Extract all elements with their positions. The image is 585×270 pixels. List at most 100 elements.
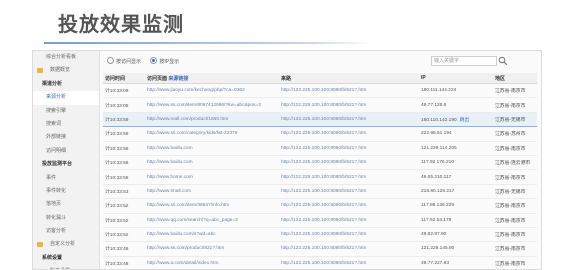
sidebar-item[interactable]: 访客分析 <box>33 225 99 238</box>
table-row[interactable]: 计10:33:52 http://www.ss.com/item/38647/in… <box>103 198 537 214</box>
cell-referrer[interactable]: http://122.225.100.100:8080/b/521?.htm <box>279 141 419 156</box>
radio-by-ip[interactable] <box>150 57 158 64</box>
cell-page[interactable]: http://www.ss.com/item/8067412966/?kw=ab… <box>145 97 279 113</box>
sidebar-item[interactable]: 事件转化 <box>33 185 99 198</box>
cell-location: 江苏省-无锡市 <box>493 184 537 200</box>
cell-page[interactable]: http://www.baidu.com <box>145 155 279 171</box>
title-divider <box>44 42 374 44</box>
cell-ip: 121.229.114.205 <box>419 141 493 156</box>
sidebar-item-label: 落地页 <box>46 201 62 208</box>
sidebar-item[interactable]: 账户设置 <box>33 265 99 269</box>
sidebar-item[interactable]: 自定义分析 <box>33 238 99 251</box>
cell-referrer[interactable]: http://122.225.100.100:8080/b/521?.htm <box>279 256 419 269</box>
cell-referrer[interactable]: http://122.225.100.100:8080/b/521?.htm <box>279 169 419 185</box>
cell-page[interactable]: http://www.ss.com/category/kids/list-223… <box>145 126 279 142</box>
cell-page[interactable]: http://www.mall.com/product/1660.htm <box>145 111 279 128</box>
app-window: 综合分析看板 数据概览 渠道分析 来源分析 搜索引擎 搜索词 外部链接 访问明细 投放监测平台事… <box>32 50 542 270</box>
table-row[interactable]: 计10:33:53 http://www.tmall.com http://122.… <box>103 184 537 200</box>
cell-page[interactable]: http://www.baidu.com <box>145 141 279 156</box>
sidebar-item[interactable]: 访问明细 <box>33 145 99 158</box>
cell-referrer[interactable]: http://122.225.100.100:8080/b/521?.htm <box>279 241 419 257</box>
sidebar-section-header: 渠道分析 <box>33 78 99 91</box>
cell-page[interactable]: http://www.a.com/detail/index.htm <box>145 256 279 269</box>
cell-page[interactable]: http://www.home.com <box>145 169 279 185</box>
table-header-row: 访问时间 访问页面 来源链接 来路 IP 地区 <box>103 73 537 84</box>
cell-time-text: 计10:33:48 <box>105 247 129 253</box>
col-referrer[interactable]: 来路 <box>279 73 419 84</box>
cell-page[interactable]: http://www.ss.com/product/821?.htm <box>145 241 279 257</box>
search-input[interactable]: 输入关键字 <box>431 56 497 66</box>
cell-referrer[interactable]: http://122.225.100.100:8080/b/521?.htm <box>279 155 419 171</box>
table-row[interactable]: 计10:33:52 http://www.baidu.com/s?wd=abc ht… <box>103 227 537 243</box>
cell-referrer[interactable]: http://122.225.100.100:8080/b/521?.htm <box>279 213 419 228</box>
table-row[interactable]: 计10:33:09 http://www.jiaoyu.com/kecheng/p… <box>103 83 537 99</box>
cell-ip: 49.77.128.9 <box>419 97 493 113</box>
cell-page[interactable]: http://www.jiaoyu.com/kecheng/php/?ca=03… <box>145 83 279 99</box>
table-row[interactable]: 计10:33:56 http://www.baidu.com http://122.… <box>103 141 537 156</box>
cell-page-text: http://www.baidu.com/s?wd=abc <box>147 232 216 238</box>
cell-ip: 49.65.210.117 <box>419 169 493 185</box>
sidebar-item[interactable]: 事件 <box>33 172 99 185</box>
sidebar-item-label: 外部链接 <box>46 134 67 141</box>
sidebar-item-label: 访客分析 <box>46 228 67 235</box>
radio-by-visit[interactable] <box>107 57 114 64</box>
sidebar-item[interactable]: 外部链接 <box>33 131 99 144</box>
cell-time-text: 计10:33:59 <box>105 117 129 123</box>
sidebar-item[interactable]: 落地页 <box>33 198 99 211</box>
table-row[interactable]: 计10:33:59 http://www.mall.com/product/166… <box>103 111 537 128</box>
cell-location: 江苏省-南京市 <box>493 227 537 243</box>
sidebar-item[interactable]: 数据概览 <box>33 64 99 77</box>
cell-ip: 222.95.61.194 <box>419 126 493 142</box>
sidebar-item[interactable]: 搜索引擎 <box>33 105 99 118</box>
cell-referrer[interactable]: http://122.225.100.100:8080/b/521?.htm <box>279 83 419 99</box>
sidebar-item[interactable]: 搜索词 <box>33 118 99 131</box>
cell-ip-text: 117.92.176.210 <box>421 160 454 166</box>
table-row[interactable]: 计10:33:56 http://www.baidu.com http://122.… <box>103 155 537 171</box>
cell-time: 计10:33:55 <box>103 169 145 185</box>
cell-referrer[interactable]: http://122.225.100.100:8080/b/521?.htm <box>279 111 419 128</box>
table-row[interactable]: 计10:33:48 http://www.ss.com/product/821?.… <box>103 241 537 257</box>
cell-referrer[interactable]: http://122.225.100.100:8080/b/521?.htm <box>279 126 419 142</box>
table-row[interactable]: 计10:33:05 http://www.ss.com/item/80674129… <box>103 97 537 113</box>
table-row[interactable]: 计10:33:59 http://www.ss.com/category/kids… <box>103 126 537 142</box>
cell-time: 计10:33:52 <box>103 198 145 214</box>
cell-location: 江苏省-南京市 <box>493 213 537 228</box>
cell-time-text: 计10:33:52 <box>105 233 129 239</box>
cell-page[interactable]: http://www.tmall.com <box>145 184 279 200</box>
cell-time-text: 计10:33:56 <box>105 146 129 152</box>
sidebar-item[interactable]: 综合分析看板 <box>33 51 99 64</box>
bounce-tag[interactable]: 跳出 <box>460 118 470 123</box>
cell-ip-text: 222.95.61.194 <box>421 131 452 137</box>
cell-page-text: http://www.baidu.com <box>147 145 193 151</box>
sidebar-item[interactable]: 来源分析 <box>33 91 99 105</box>
table-row[interactable]: 计10:33:55 http://www.home.com http://122.2… <box>103 169 537 185</box>
radio-by-ip-label[interactable]: 按IP显示 <box>159 59 179 65</box>
cell-ip-text: 121.229.114.205 <box>421 145 457 151</box>
col-time[interactable]: 访问时间 <box>103 73 145 84</box>
sidebar-item-label: 访问明细 <box>46 147 67 154</box>
page-title: 投放效果监测 <box>58 12 184 36</box>
cell-page[interactable]: http://www.qq.com/search/?q=abc_page=2 <box>145 213 279 228</box>
cell-page[interactable]: http://www.baidu.com/s?wd=abc <box>145 227 279 243</box>
col-location[interactable]: 地区 <box>493 73 537 84</box>
cell-referrer[interactable]: http://122.225.100.100:8080/b/521?.htm <box>279 97 419 113</box>
cell-ip-text: 49.82.87.90 <box>421 232 447 238</box>
cell-referrer[interactable]: http://122.225.100.100:8080/b/521?.htm <box>279 227 419 243</box>
cell-ip-text: 117.62.53.178 <box>421 217 452 223</box>
sidebar-item[interactable]: 转化漏斗 <box>33 212 99 225</box>
cell-referrer[interactable]: http://122.225.100.100:8080/b/521?.htm <box>279 198 419 214</box>
cell-referrer-text: http://122.225.100.100:8080/b/521?.htm <box>281 232 367 238</box>
cell-referrer-text: http://122.225.100.100:8080/b/521?.htm <box>281 203 367 209</box>
cell-referrer[interactable]: http://122.225.100.100:8080/b/521?.htm <box>279 184 419 200</box>
table-row[interactable]: 计10:33:52 http://www.qq.com/search/?q=abc… <box>103 213 537 228</box>
cell-page[interactable]: http://www.ss.com/item/38647/info.htm <box>145 198 279 214</box>
cell-time: 计10:33:56 <box>103 141 145 156</box>
col-page[interactable]: 访问页面 来源链接 <box>145 73 279 84</box>
col-ip[interactable]: IP <box>419 73 493 84</box>
radio-by-visit-label[interactable]: 按访问显示 <box>116 59 141 65</box>
table-row[interactable]: 计10:33:48 http://www.a.com/detail/index.h… <box>103 256 537 269</box>
search-icon[interactable] <box>498 56 508 66</box>
col-tail-label[interactable]: 来源链接 <box>168 76 188 82</box>
cell-location: 江苏省-南京市 <box>493 169 537 185</box>
cell-page-text: http://www.qq.com/search/?q=abc_page=2 <box>147 217 238 223</box>
